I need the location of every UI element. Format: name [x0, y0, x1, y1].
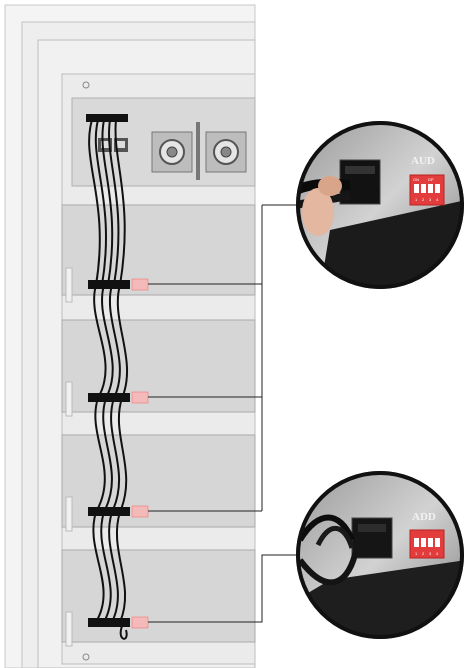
dip-dp-label: DP [428, 177, 434, 182]
callout-photo-bottom: 1 2 3 4 ADD [296, 471, 464, 639]
rack-wiring-diagram: ON DP 1 2 3 4 AUD 1 2 3 4 ADD [4, 4, 464, 668]
bnc-connector-icon [205, 131, 247, 173]
panel-label-add: ADD [412, 511, 436, 523]
bnc-connector-icon [151, 131, 193, 173]
dip-switch-icon: ON DP 1 2 3 4 [409, 174, 445, 206]
panel-label-aud: AUD [411, 155, 435, 167]
dip-switch-icon: 1 2 3 4 [409, 529, 445, 559]
dip-on-label: ON [413, 177, 419, 182]
callout-photo-top: ON DP 1 2 3 4 AUD [296, 121, 464, 289]
